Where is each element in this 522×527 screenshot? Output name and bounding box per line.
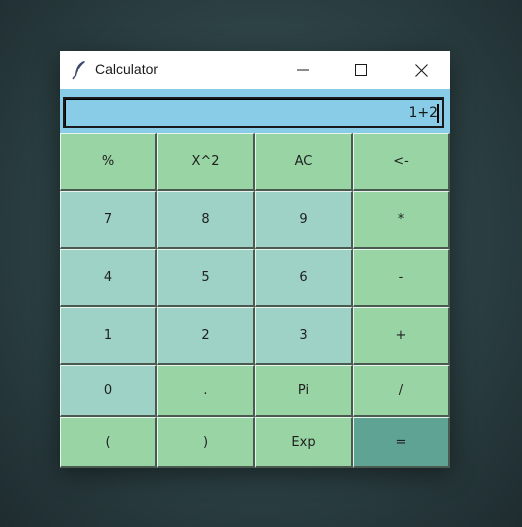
calculator-window: Calculator 1+2 % X^2 AC <- 7 8 9 * 4 5 6…	[60, 51, 450, 468]
clear-button[interactable]: AC	[255, 133, 353, 191]
open-paren-button[interactable]: (	[60, 417, 157, 468]
digit-3-button[interactable]: 3	[255, 307, 353, 365]
subtract-button[interactable]: -	[353, 249, 450, 307]
digit-0-button[interactable]: 0	[60, 365, 157, 417]
equals-button[interactable]: =	[353, 417, 450, 468]
close-icon	[414, 63, 428, 77]
add-button[interactable]: +	[353, 307, 450, 365]
close-paren-button[interactable]: )	[157, 417, 255, 468]
expression-display[interactable]: 1+2	[63, 97, 444, 128]
display-value: 1+2	[408, 105, 438, 121]
feather-icon	[72, 61, 85, 80]
digit-8-button[interactable]: 8	[157, 191, 255, 249]
divide-button[interactable]: /	[353, 365, 450, 417]
exp-button[interactable]: Exp	[255, 417, 353, 468]
digit-2-button[interactable]: 2	[157, 307, 255, 365]
digit-4-button[interactable]: 4	[60, 249, 157, 307]
title-bar[interactable]: Calculator	[60, 51, 450, 89]
percent-button[interactable]: %	[60, 133, 157, 191]
minimize-icon	[297, 69, 309, 71]
window-title: Calculator	[95, 61, 159, 77]
digit-6-button[interactable]: 6	[255, 249, 353, 307]
close-button[interactable]	[392, 51, 450, 89]
maximize-icon	[355, 64, 367, 76]
pi-button[interactable]: Pi	[255, 365, 353, 417]
backspace-button[interactable]: <-	[353, 133, 450, 191]
digit-7-button[interactable]: 7	[60, 191, 157, 249]
multiply-button[interactable]: *	[353, 191, 450, 249]
maximize-button[interactable]	[332, 51, 390, 89]
digit-1-button[interactable]: 1	[60, 307, 157, 365]
decimal-button[interactable]: .	[157, 365, 255, 417]
text-cursor	[437, 104, 439, 123]
square-button[interactable]: X^2	[157, 133, 255, 191]
digit-9-button[interactable]: 9	[255, 191, 353, 249]
digit-5-button[interactable]: 5	[157, 249, 255, 307]
button-grid: % X^2 AC <- 7 8 9 * 4 5 6 - 1 2 3 + 0 . …	[60, 133, 450, 468]
minimize-button[interactable]	[274, 51, 332, 89]
